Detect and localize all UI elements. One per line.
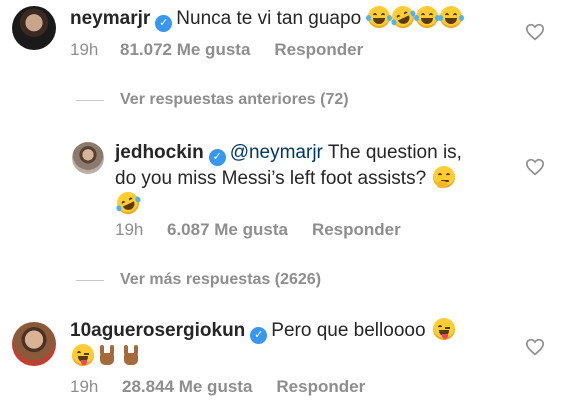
comment-time: 19h (70, 40, 99, 59)
comment-10aguerosergiokun: 10aguerosergiokun ✓ Pero que belloooo (70, 318, 510, 370)
reply-button[interactable]: Responder (276, 377, 365, 397)
reply-button[interactable]: Responder (312, 220, 401, 240)
avatar-neymarjr[interactable] (12, 6, 56, 50)
like-heart-icon[interactable] (525, 158, 545, 176)
thinking-emoji-icon (433, 166, 456, 188)
comment-jedhockin: jedhockin ✓ @neymarjr The question is, do … (113, 140, 510, 218)
view-previous-replies[interactable]: Ver respuestas anteriores (72) (76, 91, 349, 109)
view-more-replies[interactable]: Ver más respuestas (2626) (76, 271, 321, 289)
likes-count[interactable]: 28.844 Me gusta (122, 377, 252, 397)
joy-emoji-icon (438, 6, 465, 28)
verified-badge-icon: ✓ (155, 15, 173, 32)
like-heart-icon[interactable] (525, 23, 545, 41)
likes-count[interactable]: 6.087 Me gusta (167, 220, 288, 240)
view-previous-replies-label[interactable]: Ver respuestas anteriores (72) (120, 91, 349, 109)
winking-tongue-emoji-icon (72, 344, 94, 366)
comment-meta: 19h 6.087 Me gusta Responder (115, 220, 401, 240)
likes-count[interactable]: 81.072 Me gusta (120, 40, 250, 60)
username-neymarjr[interactable]: neymarjr (70, 8, 150, 29)
comment-text-line2: do you miss Messi’s left foot assists? (115, 168, 427, 189)
sign-of-horns-emoji-icon (96, 344, 118, 366)
verified-badge-icon: ✓ (208, 149, 226, 166)
like-heart-icon[interactable] (525, 338, 545, 356)
comment-text-line1: The question is, (327, 142, 462, 163)
joy-emoji-icon (414, 6, 441, 28)
view-more-replies-label[interactable]: Ver más respuestas (2626) (120, 271, 321, 289)
rofl-emoji-icon (113, 188, 143, 218)
comment-text: Pero que belloooo (271, 320, 426, 341)
thread-divider (76, 99, 104, 101)
joy-emoji-icon (366, 6, 393, 28)
comment-time: 19h (70, 377, 99, 396)
comment-meta: 19h 81.072 Me gusta Responder (70, 40, 363, 60)
thread-divider (76, 279, 104, 281)
comment-text: Nunca te vi tan guapo (176, 8, 362, 29)
winking-tongue-emoji-icon (432, 318, 455, 340)
mention-link[interactable]: @neymarjr (230, 142, 323, 163)
username-10aguerosergiokun[interactable]: 10aguerosergiokun (70, 320, 245, 341)
comment-neymarjr: neymarjr ✓ Nunca te vi tan guapo (70, 2, 510, 32)
avatar-10aguerosergiokun[interactable] (12, 322, 56, 366)
reply-button[interactable]: Responder (274, 40, 363, 60)
username-jedhockin[interactable]: jedhockin (115, 142, 204, 163)
avatar-jedhockin[interactable] (72, 142, 104, 174)
verified-badge-icon: ✓ (250, 327, 268, 344)
comment-meta: 19h 28.844 Me gusta Responder (70, 377, 365, 397)
sign-of-horns-emoji-icon (120, 344, 142, 366)
comment-time: 19h (115, 220, 144, 239)
